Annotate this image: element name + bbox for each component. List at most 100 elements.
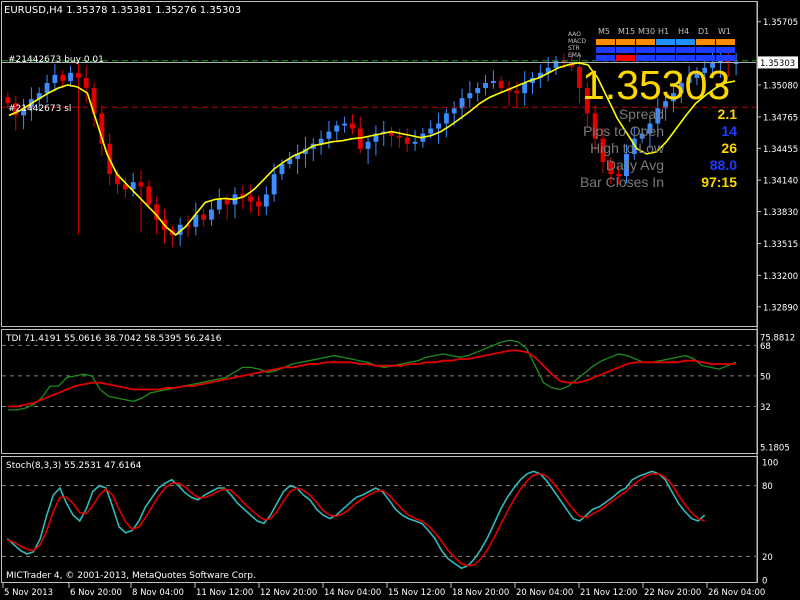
mtf-signal-cell (596, 39, 615, 45)
price-y-tick-label: 1.34140 (763, 177, 798, 187)
stoch-y-tick-label: 100 (762, 459, 778, 469)
mtf-signal-cell (616, 55, 635, 61)
info-value: 14 (721, 123, 737, 139)
candle-body (514, 91, 520, 94)
x-tick-label: 18 Nov 20:00 (452, 588, 509, 598)
info-label: High to Low (590, 140, 665, 156)
candle-body (216, 199, 222, 210)
mtf-signal-cell (656, 55, 675, 61)
mtf-timeframe-label: M15 (618, 27, 635, 36)
x-tick-label: 6 Nov 20:00 (70, 588, 122, 598)
sl-order-label[interactable]: #21442673 sl (8, 104, 71, 114)
stoch-y-tick-label: 0 (762, 577, 767, 587)
info-label: Pips to Open (583, 123, 664, 139)
price-y-tick-label: 1.33200 (763, 272, 798, 282)
x-tick-label: 12 Nov 20:00 (260, 588, 317, 598)
candle-body (467, 93, 473, 99)
tdi-y-tick-label: 32 (760, 403, 771, 413)
copyright-text: MICTrader 4, © 2001-2013, MetaQuotes Sof… (6, 571, 256, 581)
info-label: Spread (619, 106, 664, 122)
mtf-timeframe-label: W1 (718, 27, 731, 36)
candle-body (138, 182, 144, 187)
mtf-signal-cell (636, 39, 655, 45)
tdi-y-tick-label: 50 (760, 372, 771, 382)
mtf-signal-cell (596, 55, 615, 61)
candle-body (522, 83, 528, 94)
mtf-timeframe-label: M30 (638, 27, 655, 36)
price-y-tick-label: 1.35705 (763, 18, 798, 28)
tdi-header: TDI 71.4191 55.0616 38.7042 58.5395 56.2… (5, 334, 222, 344)
stoch-y-tick-label: 80 (762, 482, 773, 492)
mtf-row-label: AAO (568, 31, 581, 38)
candle-body (436, 123, 441, 129)
info-value: 2.1 (718, 106, 738, 122)
tdi-y-tick-label: 5.1805 (760, 444, 790, 454)
candle-body (412, 141, 418, 144)
mtf-signal-cell (656, 47, 675, 53)
candle-body (44, 83, 50, 94)
mtf-timeframe-label: M5 (598, 27, 610, 36)
mtf-signal-cell (596, 47, 615, 53)
symbol-header: EURUSD,H4 1.35378 1.35381 1.35276 1.3530… (4, 5, 241, 16)
candle-body (75, 72, 81, 78)
candle-body (224, 199, 230, 205)
candle-body (365, 141, 371, 149)
mtf-row-label: MACD (568, 38, 586, 45)
price-y-tick-label: 1.35080 (763, 82, 798, 92)
candle-body (349, 123, 355, 129)
candle-body (553, 60, 559, 68)
candle-body (68, 72, 73, 81)
candle-body (263, 194, 269, 207)
info-value: 26 (721, 140, 737, 156)
candle-body (209, 209, 214, 220)
candle-body (52, 74, 58, 83)
price-y-tick-label: 1.33830 (763, 208, 798, 218)
price-y-tick-label: 1.34455 (763, 145, 798, 155)
candle-body (256, 201, 261, 207)
mtf-signal-cell (676, 55, 695, 61)
candle-body (459, 98, 465, 109)
tdi-y-tick-label: 68 (760, 342, 771, 352)
candle-body (451, 108, 457, 114)
mtf-timeframe-label: D1 (698, 27, 709, 36)
candle-body (428, 128, 434, 134)
candle-body (404, 137, 410, 144)
x-tick-label: 5 Nov 2013 (4, 588, 53, 598)
candle-body (475, 88, 481, 94)
mtf-row-label: EMA (568, 52, 582, 59)
mtf-signal-cell (676, 39, 695, 45)
current-price-display: 1.35303 (582, 62, 730, 108)
info-value: 97:15 (701, 174, 737, 190)
x-tick-label: 11 Nov 12:00 (196, 588, 253, 598)
candle-body (483, 83, 488, 89)
mtf-signal-cell (656, 39, 675, 45)
buy-order-label[interactable]: #21442673 buy 0.01 (8, 55, 104, 65)
mtf-signal-cell (716, 55, 735, 61)
mtf-row-label: STR (568, 45, 580, 52)
candle-body (334, 125, 340, 132)
x-tick-label: 14 Nov 04:00 (324, 588, 381, 598)
mtf-signal-cell (716, 39, 735, 45)
candle-body (271, 174, 277, 195)
price-y-tick-label: 1.32890 (763, 303, 798, 313)
candle-body (279, 164, 285, 175)
mtf-signal-cell (696, 39, 715, 45)
x-tick-label: 15 Nov 12:00 (388, 588, 445, 598)
candle-body (5, 97, 11, 104)
mtf-signal-cell (636, 47, 655, 53)
mtf-signal-cell (716, 47, 735, 53)
mtf-timeframe-label: H4 (678, 27, 689, 36)
mtf-signal-cell (616, 39, 635, 45)
mtf-signal-cell (636, 55, 655, 61)
info-label: Daily Avg (606, 157, 664, 173)
candle-body (60, 74, 66, 81)
candle-body (318, 138, 324, 144)
mtf-timeframe-label: H1 (658, 27, 669, 36)
candle-body (83, 77, 89, 89)
candle-body (326, 131, 332, 139)
candle-body (248, 196, 254, 202)
price-y-tick-label: 1.34765 (763, 113, 798, 123)
mtf-signal-cell (696, 55, 715, 61)
candle-body (342, 123, 348, 126)
x-tick-label: 22 Nov 20:00 (644, 588, 701, 598)
